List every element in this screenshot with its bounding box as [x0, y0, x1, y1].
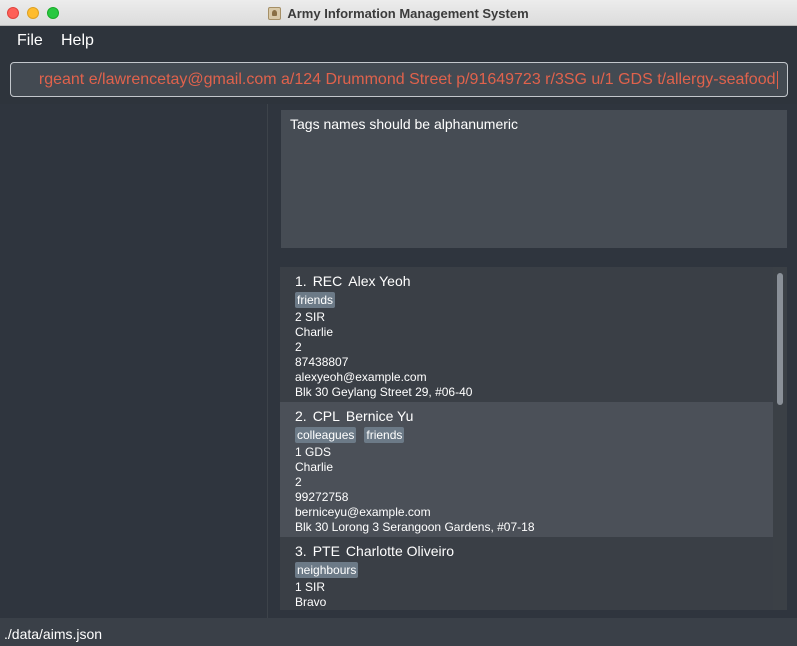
result-display: Tags names should be alphanumeric [281, 110, 787, 248]
person-company: Charlie [295, 325, 334, 339]
menu-file[interactable]: File [13, 31, 47, 51]
person-card[interactable]: 2. CPL Bernice Yu colleagues friends 1 GDS… [280, 402, 773, 537]
person-list-scrollbar[interactable] [773, 267, 787, 610]
menu-bar: File Help [0, 26, 797, 56]
person-card-header: 2. CPL Bernice Yu [295, 408, 758, 424]
person-phone: 87438807 [295, 355, 349, 369]
person-rank: PTE [312, 543, 340, 559]
person-unit: 2 SIR [295, 310, 326, 324]
person-tags: colleagues friends [295, 427, 758, 443]
person-email: berniceyu@example.com [295, 505, 431, 519]
person-unit: 1 SIR [295, 580, 326, 594]
person-tags: friends [295, 292, 758, 308]
person-tags: neighbours [295, 562, 758, 578]
person-phone: 99272758 [295, 490, 349, 504]
person-card[interactable]: 3. PTE Charlotte Oliveiro neighbours 1 SIR… [280, 537, 773, 610]
menu-help[interactable]: Help [57, 31, 98, 51]
person-address: Blk 30 Lorong 3 Serangoon Gardens, #07-1… [295, 520, 535, 534]
scrollbar-thumb[interactable] [777, 273, 783, 405]
person-card-header: 3. PTE Charlotte Oliveiro [295, 543, 758, 559]
person-email: alexyeoh@example.com [295, 370, 427, 384]
left-panel [0, 104, 268, 618]
person-tag: colleagues [295, 427, 357, 443]
person-tag: neighbours [295, 562, 359, 578]
person-name: Charlotte Oliveiro [345, 543, 455, 559]
window-title: Army Information Management System [287, 5, 529, 21]
status-bar: ./data/aims.json [0, 618, 797, 646]
person-card[interactable]: 1. REC Alex Yeoh friends 2 SIR Charlie 2 8… [280, 267, 773, 402]
person-name: Alex Yeoh [348, 273, 411, 289]
person-unit: 1 GDS [295, 445, 332, 459]
command-area: rgeant e/lawrencetay@gmail.com a/124 Dru… [0, 56, 797, 104]
person-address: Blk 30 Geylang Street 29, #06-40 [295, 385, 473, 399]
contacts-book-icon [268, 6, 282, 20]
person-company: Charlie [295, 460, 334, 474]
person-platoon: 2 [295, 475, 302, 489]
person-index: 1. [295, 273, 307, 289]
person-tag: friends [364, 427, 405, 443]
person-card-header: 1. REC Alex Yeoh [295, 273, 758, 289]
person-rank: CPL [312, 408, 340, 424]
person-tag: friends [295, 292, 336, 308]
person-rank: REC [312, 273, 343, 289]
text-caret [776, 70, 778, 89]
person-index: 3. [295, 543, 307, 559]
person-list[interactable]: 1. REC Alex Yeoh friends 2 SIR Charlie 2 8… [280, 267, 787, 610]
person-platoon: 2 [295, 340, 302, 354]
person-company: Bravo [295, 595, 327, 609]
command-input[interactable]: rgeant e/lawrencetay@gmail.com a/124 Dru… [10, 62, 788, 97]
title-bar: Army Information Management System [0, 0, 797, 26]
result-message: Tags names should be alphanumeric [290, 116, 519, 132]
person-name: Bernice Yu [345, 408, 414, 424]
data-file-path: ./data/aims.json [4, 626, 103, 642]
person-index: 2. [295, 408, 307, 424]
command-text: rgeant e/lawrencetay@gmail.com a/124 Dru… [38, 70, 776, 88]
